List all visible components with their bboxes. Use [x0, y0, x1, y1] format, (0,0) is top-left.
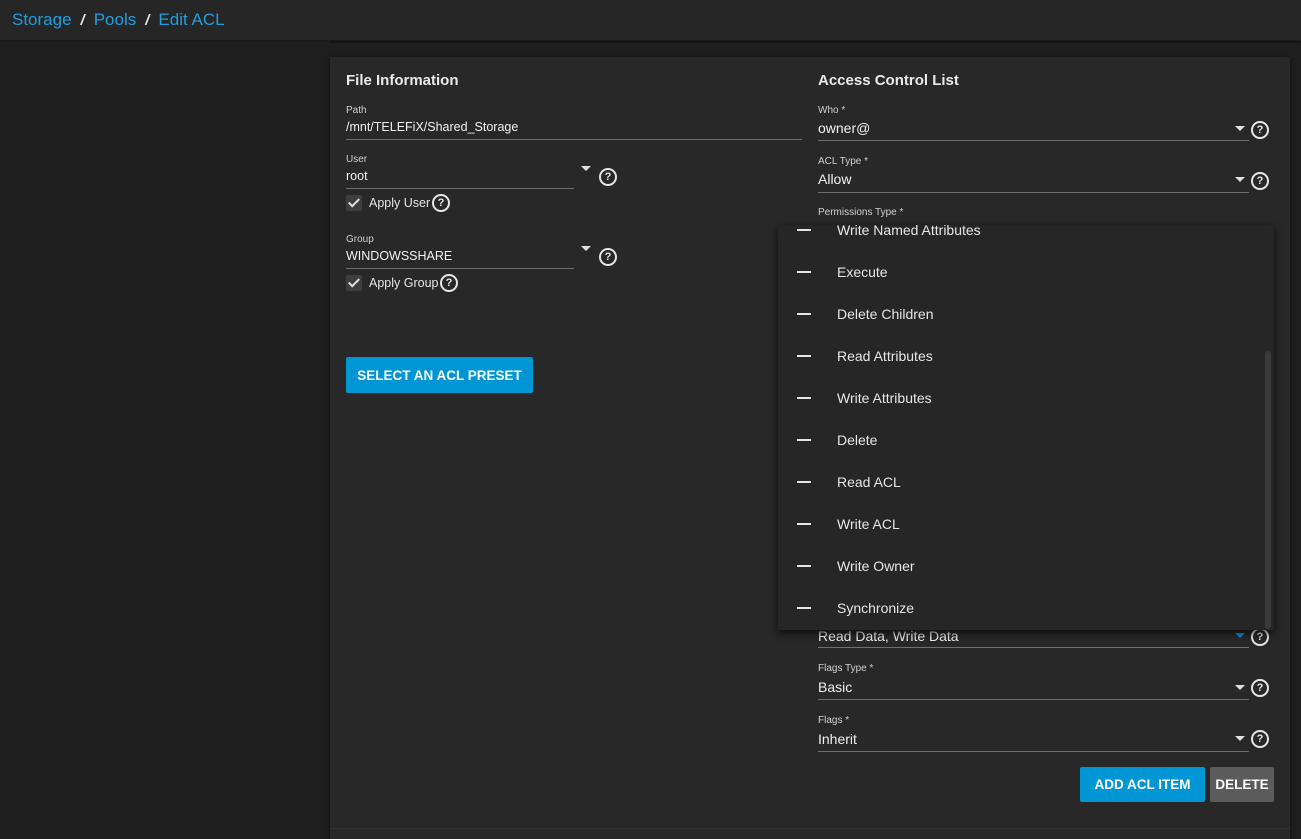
flags-help-icon[interactable]: ? — [1251, 730, 1269, 748]
acl-type-select[interactable]: Allow — [818, 171, 1248, 191]
permissions-help-icon[interactable]: ? — [1251, 628, 1269, 646]
unchecked-dash-icon — [797, 481, 811, 483]
permission-option-synchronize[interactable]: Synchronize — [778, 588, 1264, 630]
group-help-icon[interactable]: ? — [599, 248, 617, 266]
permission-option-label: Delete — [837, 432, 878, 448]
file-information-title: File Information — [346, 72, 459, 89]
card-divider — [330, 828, 1290, 829]
permission-option-label: Delete Children — [837, 306, 934, 322]
permissions-select[interactable]: Read Data, Write Data — [818, 628, 1238, 648]
permission-option-write-attributes[interactable]: Write Attributes — [778, 378, 1264, 420]
path-underline — [346, 139, 802, 140]
user-label: User — [346, 154, 368, 165]
permission-option-label: Execute — [837, 264, 888, 280]
user-combobox[interactable]: root — [346, 169, 574, 187]
flags-type-label: Flags Type * — [818, 663, 874, 674]
unchecked-dash-icon — [797, 271, 811, 273]
acl-type-help-icon[interactable]: ? — [1251, 172, 1269, 190]
select-acl-preset-button[interactable]: SELECT AN ACL PRESET — [346, 357, 533, 393]
acl-type-label: ACL Type * — [818, 156, 869, 167]
unchecked-dash-icon — [797, 229, 811, 231]
permission-option-write-acl[interactable]: Write ACL — [778, 504, 1264, 546]
unchecked-dash-icon — [797, 439, 811, 441]
permission-option-write-owner[interactable]: Write Owner — [778, 546, 1264, 588]
permission-option-label: Write Attributes — [837, 390, 932, 406]
unchecked-dash-icon — [797, 355, 811, 357]
breadcrumb-pools[interactable]: Pools — [94, 10, 137, 29]
permission-option-label: Read Attributes — [837, 348, 933, 364]
permission-option-label: Synchronize — [837, 600, 915, 616]
flags-label: Flags * — [818, 715, 850, 726]
permission-option-read-acl[interactable]: Read ACL — [778, 462, 1264, 504]
breadcrumb: Storage / Pools / Edit ACL — [12, 10, 225, 30]
user-help-icon[interactable]: ? — [599, 168, 617, 186]
unchecked-dash-icon — [797, 607, 811, 609]
group-combobox[interactable]: WINDOWSSHARE — [346, 249, 574, 267]
top-bar: Storage / Pools / Edit ACL — [0, 0, 1301, 41]
apply-group-help-icon[interactable]: ? — [440, 274, 458, 292]
apply-user-label: Apply User — [369, 196, 431, 210]
sidebar-area — [0, 41, 330, 839]
unchecked-dash-icon — [797, 313, 811, 315]
group-underline — [346, 268, 574, 269]
permission-option-delete-children[interactable]: Delete Children — [778, 294, 1264, 336]
flags-select[interactable]: Inherit — [818, 731, 1248, 751]
user-dropdown-icon[interactable] — [581, 166, 591, 171]
permission-option-label: Write ACL — [837, 516, 900, 532]
permission-option-label: Write Named Attributes — [837, 225, 981, 238]
unchecked-dash-icon — [797, 565, 811, 567]
flags-type-underline — [818, 699, 1249, 700]
flags-type-select[interactable]: Basic — [818, 679, 1248, 699]
acl-type-dropdown-icon[interactable] — [1235, 177, 1245, 182]
breadcrumb-separator: / — [145, 12, 150, 29]
permission-option-execute[interactable]: Execute — [778, 252, 1264, 294]
permission-option-delete[interactable]: Delete — [778, 420, 1264, 462]
unchecked-dash-icon — [797, 397, 811, 399]
permissions-type-label: Permissions Type * — [818, 207, 904, 218]
access-control-list-title: Access Control List — [818, 72, 959, 89]
apply-user-checkbox[interactable] — [346, 195, 362, 211]
who-underline — [818, 140, 1249, 141]
user-underline — [346, 188, 574, 189]
who-help-icon[interactable]: ? — [1251, 121, 1269, 139]
permission-option-label: Write Owner — [837, 558, 915, 574]
path-label: Path — [346, 105, 367, 116]
flags-dropdown-icon[interactable] — [1235, 736, 1245, 741]
breadcrumb-storage[interactable]: Storage — [12, 10, 72, 29]
add-acl-item-button[interactable]: ADD ACL ITEM — [1080, 767, 1205, 802]
flags-type-dropdown-icon[interactable] — [1235, 685, 1245, 690]
acl-type-underline — [818, 192, 1249, 193]
path-value: /mnt/TELEFiX/Shared_Storage — [346, 120, 519, 134]
permissions-dropdown-panel: Write Named Attributes Execute Delete Ch… — [778, 225, 1274, 630]
who-label: Who * — [818, 105, 846, 116]
permission-option-write-named-attributes[interactable]: Write Named Attributes — [778, 225, 1264, 252]
unchecked-dash-icon — [797, 523, 811, 525]
permission-option-read-attributes[interactable]: Read Attributes — [778, 336, 1264, 378]
apply-group-label: Apply Group — [369, 276, 439, 290]
permissions-dropdown-icon[interactable] — [1235, 633, 1245, 638]
group-dropdown-icon[interactable] — [581, 246, 591, 251]
breadcrumb-separator: / — [80, 12, 85, 29]
breadcrumb-edit-acl: Edit ACL — [158, 10, 225, 29]
delete-acl-item-button[interactable]: DELETE — [1210, 767, 1274, 802]
flags-type-help-icon[interactable]: ? — [1251, 679, 1269, 697]
group-label: Group — [346, 234, 374, 245]
apply-user-help-icon[interactable]: ? — [432, 194, 450, 212]
who-select[interactable]: owner@ — [818, 120, 1248, 140]
dropdown-scrollbar-thumb[interactable] — [1265, 351, 1271, 629]
flags-underline — [818, 751, 1249, 752]
who-dropdown-icon[interactable] — [1235, 126, 1245, 131]
dropdown-scrollbar[interactable] — [1265, 225, 1271, 630]
permissions-underline — [818, 647, 1249, 648]
apply-group-checkbox[interactable] — [346, 275, 362, 291]
permission-option-label: Read ACL — [837, 474, 901, 490]
